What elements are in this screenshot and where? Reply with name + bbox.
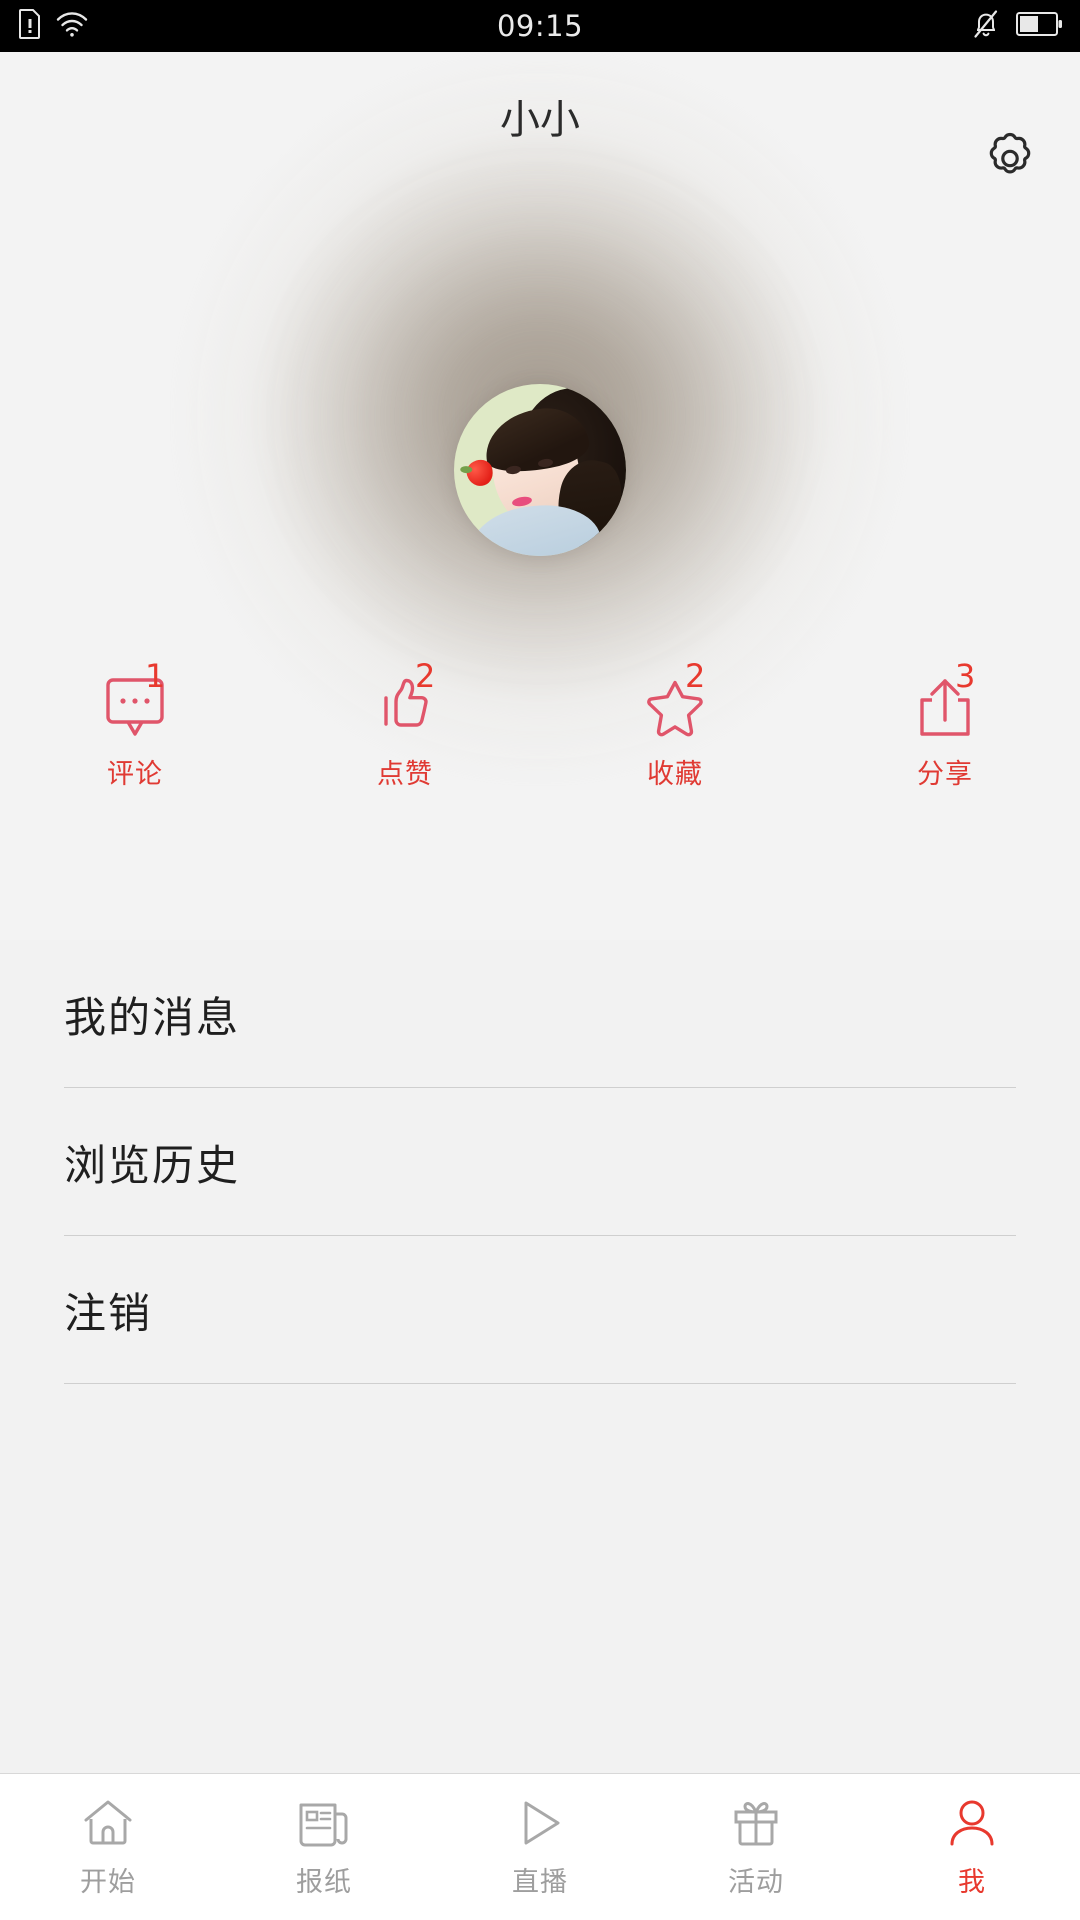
stat-count-favorites: 2 xyxy=(685,657,706,695)
gear-icon xyxy=(979,129,1041,195)
stat-count-shares: 3 xyxy=(955,657,976,695)
stat-icon-wrap: 2 xyxy=(357,660,453,744)
tab-activities[interactable]: 活动 xyxy=(648,1774,864,1920)
tab-label: 开始 xyxy=(80,1866,136,1898)
status-bar-clock: 09:15 xyxy=(496,9,584,43)
menu-item-browse-history[interactable]: 浏览历史 xyxy=(64,1088,1016,1236)
menu-list: 我的消息 浏览历史 注销 xyxy=(0,940,1080,1773)
stat-label-shares: 分享 xyxy=(917,759,973,790)
stats-row: 1 评论 2 点赞 2 收藏 3 分享 xyxy=(0,660,1080,791)
play-icon xyxy=(513,1796,567,1850)
tab-label: 我 xyxy=(958,1866,986,1898)
tab-label: 活动 xyxy=(728,1866,784,1898)
stat-label-favorites: 收藏 xyxy=(647,759,703,790)
menu-item-label: 浏览历史 xyxy=(64,1140,241,1190)
menu-item-label: 我的消息 xyxy=(64,992,241,1042)
tab-me[interactable]: 我 xyxy=(864,1774,1080,1920)
home-icon xyxy=(81,1796,135,1850)
person-icon xyxy=(945,1796,999,1850)
status-bar: 09:15 xyxy=(0,0,1080,52)
stat-label-comments: 评论 xyxy=(107,759,163,790)
tab-live[interactable]: 直播 xyxy=(432,1774,648,1920)
profile-screen: 09:15 小小 1 评论 2 点赞 2 收藏 3 分享 我的消息 浏览历史 注… xyxy=(0,0,1080,1920)
page-title: 小小 xyxy=(500,97,580,143)
stat-likes[interactable]: 2 点赞 xyxy=(270,660,540,791)
stat-icon-wrap: 1 xyxy=(87,660,183,744)
stat-shares[interactable]: 3 分享 xyxy=(810,660,1080,791)
newspaper-icon xyxy=(297,1796,351,1850)
menu-item-logout[interactable]: 注销 xyxy=(64,1236,1016,1384)
status-bar-right-icons xyxy=(972,0,1062,52)
stat-comments[interactable]: 1 评论 xyxy=(0,660,270,791)
menu-item-my-messages[interactable]: 我的消息 xyxy=(64,940,1016,1088)
tab-newspaper[interactable]: 报纸 xyxy=(216,1774,432,1920)
notifications-muted-icon xyxy=(972,9,1000,43)
tab-label: 报纸 xyxy=(296,1866,352,1898)
profile-header: 小小 1 评论 2 点赞 2 收藏 3 分享 xyxy=(0,52,1080,940)
stat-favorites[interactable]: 2 收藏 xyxy=(540,660,810,791)
settings-button[interactable] xyxy=(978,130,1042,194)
bottom-tab-bar: 开始 报纸 直播 活动 我 xyxy=(0,1773,1080,1920)
menu-item-label: 注销 xyxy=(64,1288,153,1338)
tab-start[interactable]: 开始 xyxy=(0,1774,216,1920)
avatar-image xyxy=(454,384,626,556)
gift-icon xyxy=(729,1796,783,1850)
tab-label: 直播 xyxy=(512,1866,568,1898)
avatar[interactable] xyxy=(454,384,626,556)
stat-icon-wrap: 2 xyxy=(627,660,723,744)
stat-icon-wrap: 3 xyxy=(897,660,993,744)
stat-label-likes: 点赞 xyxy=(377,759,433,790)
battery-icon xyxy=(1016,11,1062,41)
stat-count-likes: 2 xyxy=(415,657,436,695)
stat-count-comments: 1 xyxy=(145,657,166,695)
